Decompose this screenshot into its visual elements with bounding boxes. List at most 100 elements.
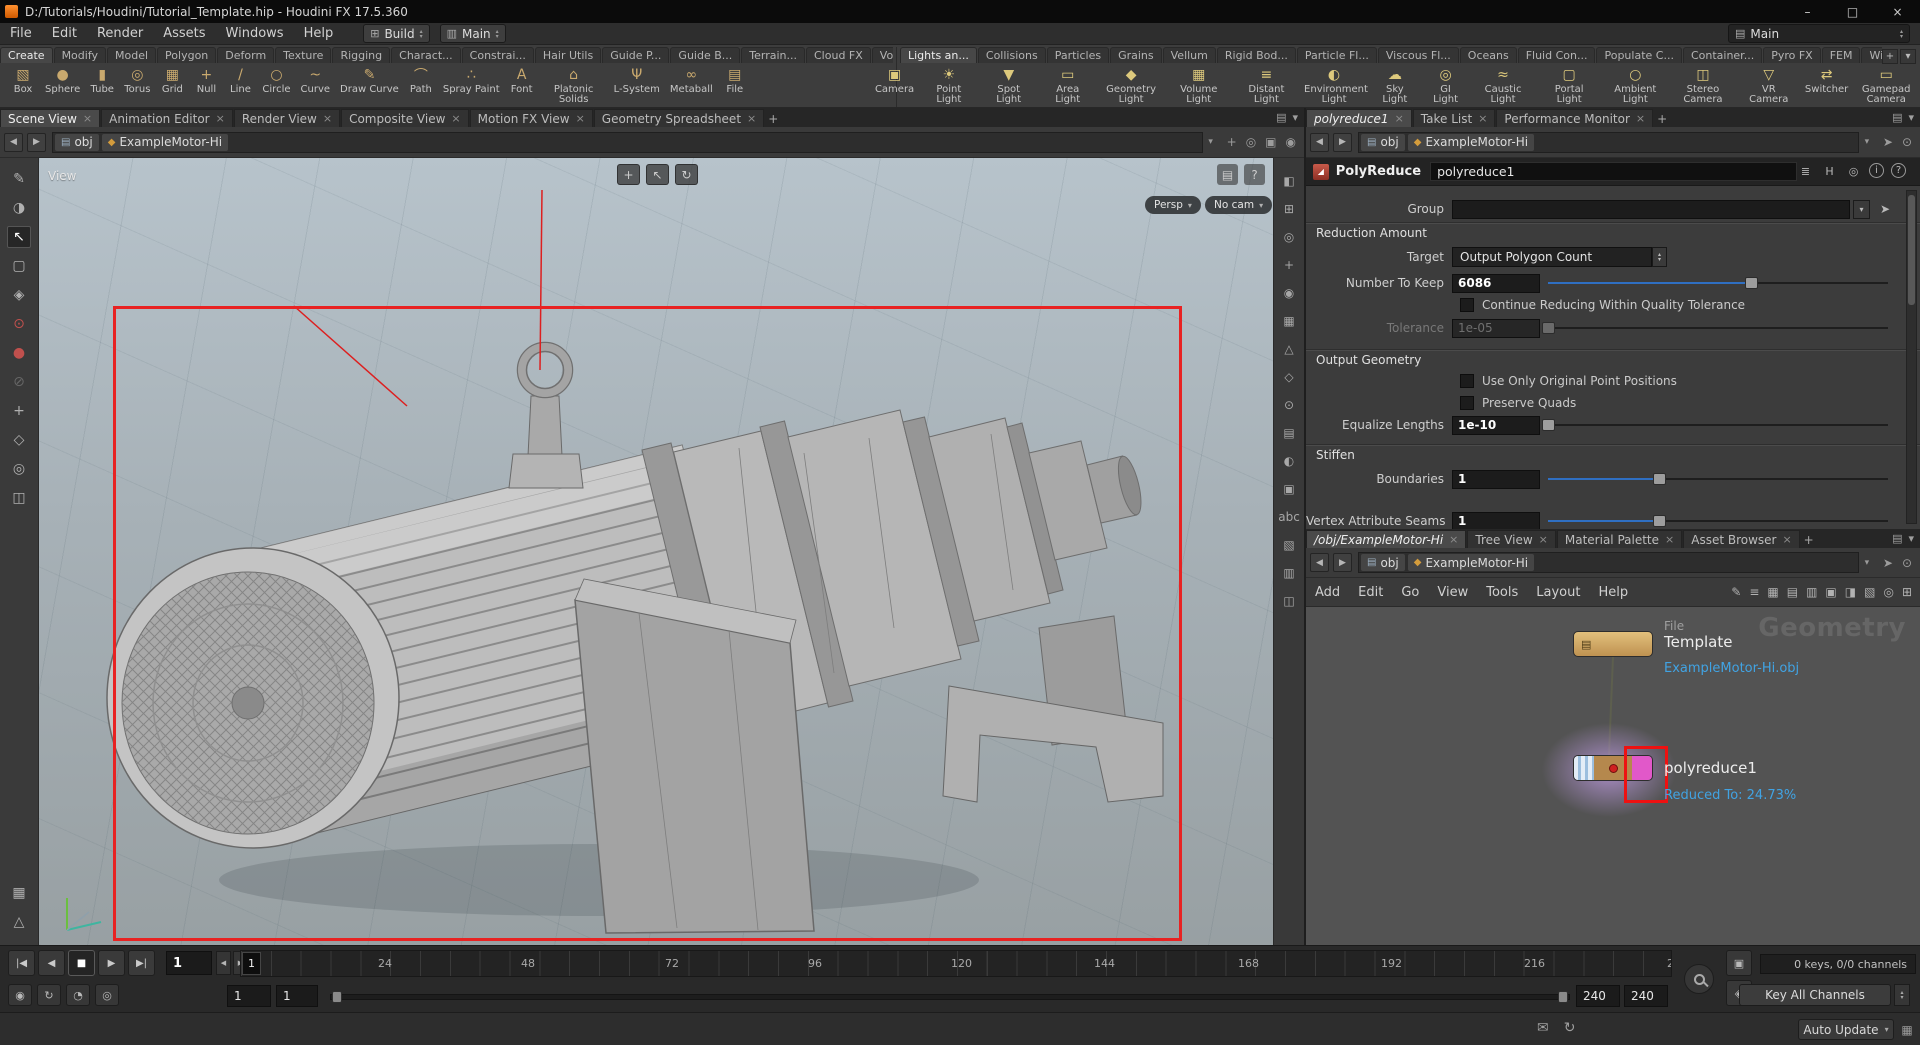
slider-handle[interactable] <box>1745 277 1758 289</box>
original-points-checkbox[interactable] <box>1460 374 1474 388</box>
shelf-tab[interactable]: Collisions <box>977 47 1046 63</box>
shelf-tab[interactable]: Guide B... <box>670 47 741 63</box>
realtime-toggle-icon[interactable]: ◎ <box>95 984 119 1006</box>
shelf-tab[interactable]: Create <box>0 47 53 63</box>
scene-viewport[interactable]: View + ↖ ↻ ▤? Persp ▾ No cam ▾ <box>39 158 1273 945</box>
camera-view-icon[interactable]: ◉ <box>1279 284 1299 301</box>
shelf-tool-button[interactable]: ▤ File <box>718 64 752 107</box>
network-menu-item[interactable]: Layout <box>1527 585 1589 600</box>
network-menu-item[interactable]: View <box>1428 585 1477 600</box>
shelf-tool-button[interactable]: ⌂ Platonic Solids <box>539 64 609 107</box>
section-stiffen[interactable]: Stiffen <box>1316 448 1355 462</box>
view-layout-icon[interactable]: ◧ <box>1279 172 1299 189</box>
close-tab-icon[interactable]: × <box>216 112 225 125</box>
auto-update-selector[interactable]: Auto Update ▾ <box>1798 1019 1894 1040</box>
audio-options-icon[interactable]: ◔ <box>66 984 90 1006</box>
shelf-tab[interactable]: Populate C... <box>1596 47 1682 63</box>
key-all-spinner-icon[interactable]: ▴ ▾ <box>1894 984 1910 1006</box>
color-palette-icon[interactable]: ◨ <box>1845 585 1856 599</box>
magnet-tool-icon[interactable]: ⊘ <box>7 371 31 393</box>
range-start-handle[interactable] <box>332 991 342 1003</box>
breadcrumb-node[interactable]: ◆ ExampleMotor-Hi <box>1407 133 1535 151</box>
shelf-tool-button[interactable]: ▼ Spot Light <box>979 64 1038 107</box>
pane-dropdown-icon[interactable]: ▾ <box>1908 532 1914 545</box>
shelf-tab[interactable]: Cloud FX <box>806 47 871 63</box>
shelf-tab[interactable]: Grains <box>1110 47 1162 63</box>
section-output-geometry[interactable]: Output Geometry <box>1316 353 1421 367</box>
pane-dropdown-icon[interactable]: ▾ <box>1292 111 1298 124</box>
pane-tab[interactable]: Take List × <box>1412 109 1496 127</box>
network-menu-item[interactable]: Edit <box>1349 585 1392 600</box>
shelf-tab[interactable]: Pyro FX <box>1763 47 1821 63</box>
jump-to-end-icon[interactable]: ▶| <box>128 950 155 976</box>
breadcrumb-node[interactable]: ◆ ExampleMotor-Hi <box>101 133 229 151</box>
shelf-tool-button[interactable]: ▢ Portal Light <box>1537 64 1602 107</box>
folder-view-icon[interactable]: ▣ <box>1825 585 1836 599</box>
pane-tab[interactable]: Animation Editor × <box>101 109 233 127</box>
pane-menu-icon[interactable]: ▤ <box>1892 111 1902 124</box>
viewport-help-icon[interactable]: ? <box>1244 164 1265 185</box>
pane-tab[interactable]: Performance Monitor × <box>1496 109 1654 127</box>
scrollbar[interactable] <box>1906 190 1917 524</box>
list-view-icon[interactable]: ≡ <box>1749 585 1759 599</box>
global-end-field[interactable]: 240 <box>1624 985 1668 1007</box>
main-context-selector[interactable]: ▤ Main ▴ ▾ <box>1728 24 1910 43</box>
boundaries-field[interactable]: 1 <box>1452 469 1540 489</box>
maximize-button[interactable]: □ <box>1830 0 1875 23</box>
pin-icon[interactable]: ⊙ <box>1902 556 1912 570</box>
close-tab-icon[interactable]: × <box>1665 533 1674 546</box>
grid-toggle-icon[interactable]: ▦ <box>1279 312 1299 329</box>
network-menu-item[interactable]: Tools <box>1477 585 1527 600</box>
select-handle-icon[interactable]: ↖ <box>646 164 669 185</box>
marquee-tool-icon[interactable]: ▢ <box>7 255 31 277</box>
slider-handle[interactable] <box>1542 419 1556 431</box>
path-dropdown-icon[interactable]: ▾ <box>1859 552 1875 573</box>
shelf-tab[interactable]: FEM <box>1821 47 1861 63</box>
range-end-field[interactable]: 240 <box>1576 985 1620 1007</box>
customize-icon[interactable]: ✎ <box>1731 585 1741 599</box>
pane-tab[interactable]: Composite View × <box>341 109 469 127</box>
shelf-tool-button[interactable]: ≡ Distant Light <box>1233 64 1301 107</box>
perspective-menu[interactable]: Persp ▾ <box>1145 196 1201 214</box>
cplane-tool-icon[interactable]: △ <box>7 911 31 933</box>
spinner-icon[interactable]: ▴ ▾ <box>420 28 423 39</box>
shelf-tool-button[interactable]: ▦ Volume Light <box>1165 64 1233 107</box>
pane-tab[interactable]: Motion FX View × <box>469 109 593 127</box>
frame-view-icon[interactable]: + <box>1279 256 1299 273</box>
breadcrumb-obj[interactable]: ▤ obj <box>55 133 99 151</box>
slider-handle[interactable] <box>1653 515 1667 527</box>
boundaries-slider[interactable] <box>1548 471 1888 487</box>
shelf-tab[interactable]: Lights an... <box>900 47 977 63</box>
shelf-tab[interactable]: Rigging <box>332 47 391 63</box>
param-search-icon[interactable]: ◎ <box>1845 163 1862 180</box>
shelf-tool-button[interactable]: ≈ Caustic Light <box>1469 64 1537 107</box>
menu-item[interactable]: File <box>0 23 42 45</box>
path-dropdown-icon[interactable]: ▾ <box>1859 132 1875 153</box>
vertex-seams-slider[interactable] <box>1548 513 1888 529</box>
snap-toggle-icon[interactable]: ⊙ <box>1279 396 1299 413</box>
pane-dropdown-icon[interactable]: ▾ <box>1908 111 1914 124</box>
node-help-icon[interactable]: ? <box>1891 163 1906 178</box>
new-pane-tab-button[interactable]: + <box>1801 531 1817 548</box>
shelf-tab[interactable]: Container... <box>1682 47 1763 63</box>
forward-icon[interactable]: ▶ <box>27 132 46 152</box>
forward-icon[interactable]: ▶ <box>1333 132 1352 152</box>
shelf-tab[interactable]: Particles <box>1046 47 1110 63</box>
group-select-arrow-icon[interactable]: ➤ <box>1880 202 1890 216</box>
current-frame-field[interactable]: 1 <box>166 951 212 975</box>
crosshair-icon[interactable]: + <box>1227 135 1237 149</box>
node-name-field[interactable]: polyreduce1 <box>1430 162 1797 181</box>
close-tab-icon[interactable]: × <box>323 112 332 125</box>
gallery-view-icon[interactable]: ▤ <box>1787 585 1798 599</box>
network-search-icon[interactable]: ◎ <box>1883 585 1893 599</box>
shelf-tool-button[interactable]: ▽ VR Camera <box>1737 64 1801 107</box>
cursor-icon[interactable]: ➤ <box>1883 556 1893 570</box>
spinner-icon[interactable]: ▴ ▾ <box>1900 28 1903 39</box>
cursor-icon[interactable]: ➤ <box>1883 135 1893 149</box>
shelf-tab[interactable]: Model <box>107 47 157 63</box>
pane-tab[interactable]: Tree View × <box>1467 530 1556 548</box>
tolerance-slider[interactable] <box>1542 320 1888 336</box>
loop-mode-icon[interactable]: ↻ <box>37 984 61 1006</box>
path-field[interactable]: ▤ obj ◆ ExampleMotor-Hi <box>52 131 1203 153</box>
shelf-tab[interactable]: Fluid Con... <box>1517 47 1596 63</box>
